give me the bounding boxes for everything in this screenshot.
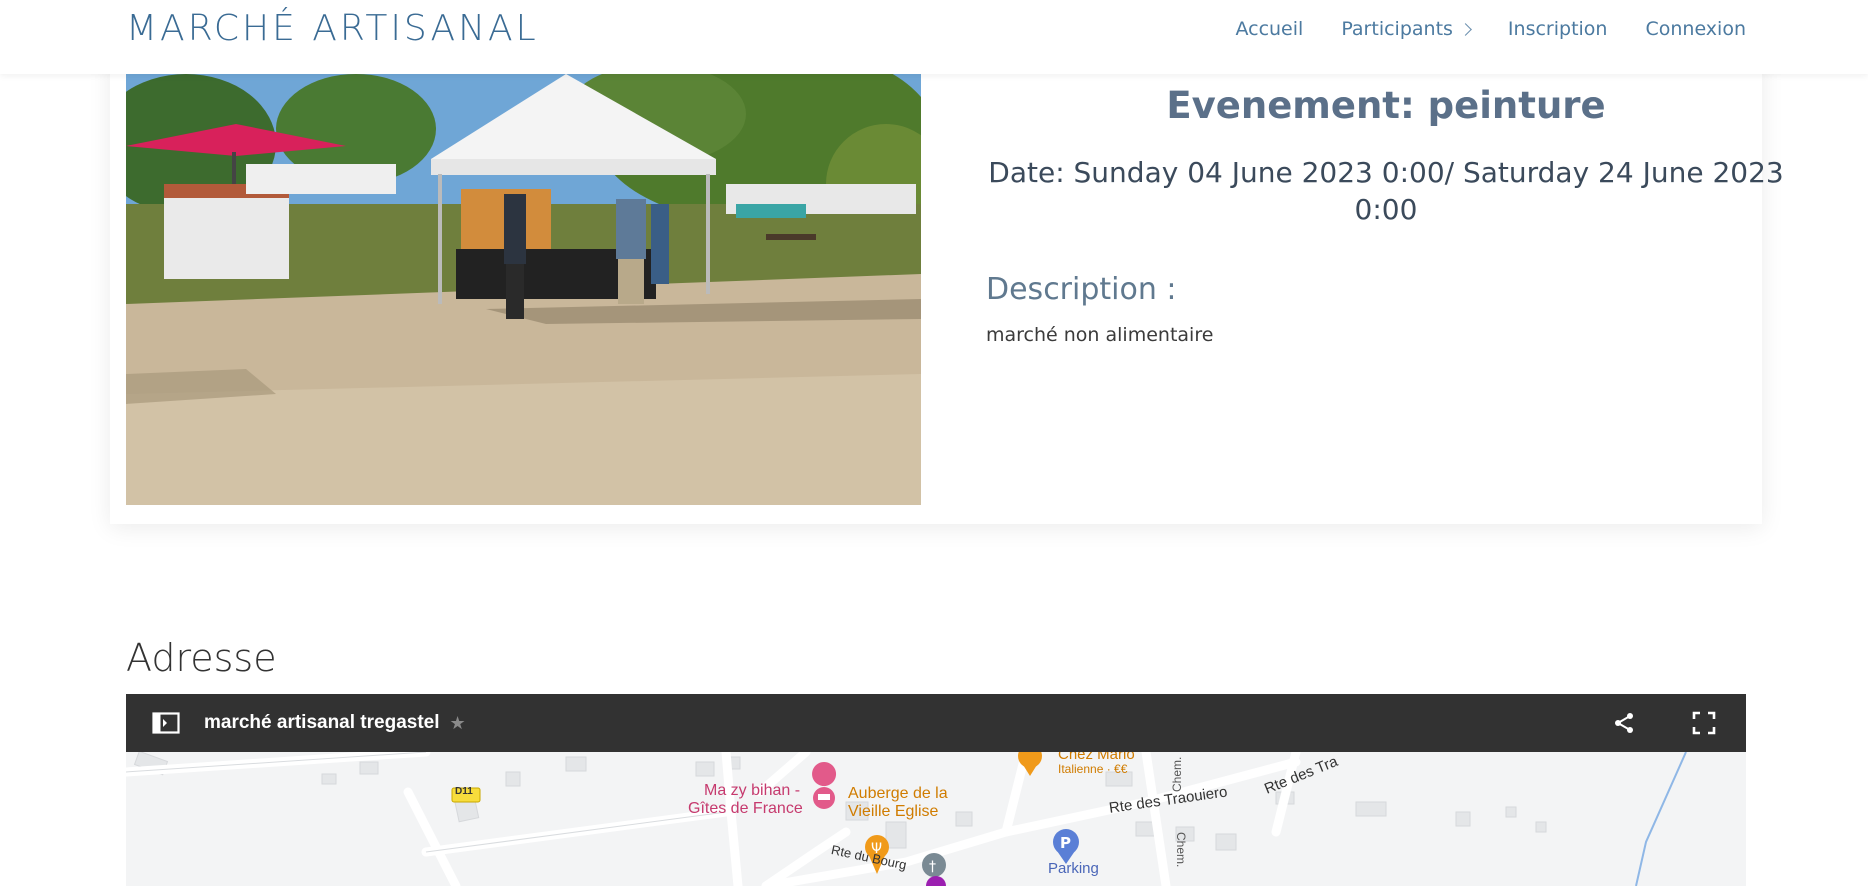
event-date: Date: Sunday 04 June 2023 0:00/ Saturday… (988, 156, 1784, 226)
chevron-right-icon (1459, 22, 1472, 36)
main-nav: Accueil Participants Inscription Connexi… (1235, 18, 1746, 40)
brand-logo[interactable]: MARCHÉ ARTISANAL (126, 8, 539, 49)
svg-text:P: P (1060, 834, 1071, 852)
poi-auberge-line1: Auberge de la (848, 785, 948, 802)
nav-accueil[interactable]: Accueil (1235, 18, 1303, 40)
map-toolbar: marché artisanal tregastel ★ (126, 694, 1746, 752)
road-label-chem-b: Chem. (1174, 832, 1188, 868)
nav-label: Participants (1341, 18, 1453, 40)
map-actions (1612, 711, 1716, 739)
share-icon[interactable] (1612, 711, 1636, 739)
poi-gite-line2: Gîtes de France (688, 800, 803, 817)
poi-auberge-line2: Vieille Eglise (848, 803, 939, 820)
poi-parking: Parking (1048, 860, 1099, 877)
top-navbar: MARCHÉ ARTISANAL Accueil Participants In… (0, 0, 1868, 74)
nav-label: Connexion (1645, 18, 1746, 40)
nav-participants[interactable]: Participants (1341, 18, 1472, 40)
nav-label: Accueil (1235, 18, 1304, 40)
road-label-d11: D11 (455, 786, 473, 797)
event-card: Evenement: peinture Date: Sunday 04 June… (110, 20, 1784, 524)
svg-text:†: † (929, 859, 936, 875)
map-title[interactable]: marché artisanal tregastel (204, 712, 440, 734)
event-photo (126, 74, 921, 505)
event-title: Evenement: peinture (1166, 84, 1606, 127)
embedded-map[interactable]: marché artisanal tregastel ★ Ψ P † D11 M… (126, 694, 1746, 886)
nav-inscription[interactable]: Inscription (1508, 18, 1608, 40)
poi-italienne: Italienne · €€ (1058, 762, 1128, 776)
nav-connexion[interactable]: Connexion (1645, 18, 1746, 40)
fullscreen-icon[interactable] (1692, 711, 1716, 739)
map-canvas[interactable]: Ψ P † D11 Ma zy bihan - Gîtes de France … (126, 746, 1746, 886)
star-icon[interactable]: ★ (450, 713, 466, 734)
poi-gite-line1: Ma zy bihan - (704, 782, 801, 799)
address-heading: Adresse (126, 636, 277, 680)
nav-label: Inscription (1507, 18, 1608, 40)
description-text: marché non alimentaire (986, 324, 1214, 346)
road-label-chem-a: Chem. (1170, 756, 1184, 792)
sidebar-toggle-icon[interactable] (152, 711, 180, 735)
description-label: Description : (986, 272, 1177, 307)
